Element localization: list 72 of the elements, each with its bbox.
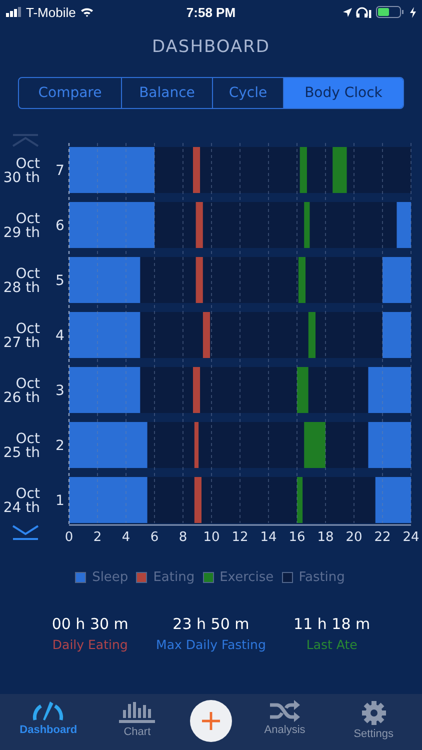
stat-value: 11 h 18 m: [294, 615, 370, 633]
legend-label: Fasting: [298, 570, 345, 585]
scroll-down-icon[interactable]: [12, 525, 39, 540]
row-number: 2: [56, 438, 64, 454]
tab-bar-item[interactable]: Settings: [338, 694, 410, 740]
axis-tick-label: 18: [317, 530, 334, 545]
row-number: 3: [56, 383, 64, 399]
timeline-bar: [69, 367, 140, 413]
stat-label: Last Ate: [306, 637, 358, 652]
stat-value: 23 h 50 m: [172, 615, 250, 633]
axis-tick-label: 12: [232, 530, 248, 545]
tab-bar-item[interactable]: Analysis: [248, 694, 321, 736]
row-number: 4: [56, 328, 64, 344]
segment-tab[interactable]: Balance: [121, 78, 212, 108]
date-day: 27 th: [3, 335, 40, 351]
row-number: 7: [56, 163, 64, 179]
segment-tab[interactable]: Body Clock: [283, 78, 403, 108]
row-number: 5: [56, 273, 64, 289]
legend-label: Eating: [153, 570, 195, 585]
legend-label: Exercise: [220, 570, 274, 585]
date-month: Oct: [16, 486, 40, 502]
charging-bolt-icon: [410, 6, 416, 18]
clock-time: 7:58 PM: [186, 4, 236, 20]
axis-tick-label: 4: [122, 530, 130, 545]
axis-tick-label: 0: [64, 530, 74, 545]
date-month: Oct: [16, 431, 40, 447]
bar-chart-icon: [118, 700, 156, 724]
row-number: 6: [56, 218, 64, 234]
axis-tick-label: 10: [203, 530, 220, 545]
timeline-bar: [69, 312, 140, 358]
row-number: 1: [56, 493, 64, 509]
stat-label: Max Daily Fasting: [156, 637, 266, 652]
legend-label: Sleep: [92, 570, 128, 585]
axis-tick-label: 2: [93, 530, 102, 545]
battery-icon: [376, 6, 406, 18]
date-day: 24 th: [3, 500, 40, 516]
axis-tick-label: 20: [346, 530, 362, 545]
axis-tick-label: 16: [288, 530, 306, 545]
date-day: 28 th: [3, 280, 40, 296]
shuffle-icon: [268, 700, 301, 722]
stat-label: Daily Eating: [52, 637, 128, 652]
date-day: 26 th: [3, 390, 40, 406]
segment-tab[interactable]: Compare: [19, 78, 121, 108]
date-month: Oct: [16, 321, 40, 337]
timeline-bar: [368, 422, 411, 468]
axis-tick-label: 8: [178, 530, 188, 545]
timeline-bar: [368, 367, 411, 413]
headphones-icon: [356, 6, 372, 18]
wifi-icon: [80, 7, 94, 17]
plus-icon: [200, 711, 221, 731]
date-month: Oct: [16, 156, 40, 172]
date-month: Oct: [16, 211, 40, 227]
axis-tick-label: 6: [150, 530, 159, 545]
stat-value: 00 h 30 m: [52, 615, 128, 633]
tab-bar-item[interactable]: Dashboard: [12, 694, 84, 736]
location-arrow-icon: [342, 8, 352, 16]
gauge-icon: [32, 700, 64, 722]
date-month: Oct: [16, 266, 40, 282]
screen-title: DASHBOARD: [152, 37, 270, 57]
tab-bar-item[interactable]: Chart: [101, 694, 174, 738]
carrier-name: T-Mobile: [26, 4, 76, 20]
axis-tick-label: 24: [402, 530, 420, 545]
date-day: 30 th: [3, 170, 40, 186]
add-button[interactable]: [190, 700, 232, 742]
settings-icon: [360, 700, 387, 726]
axis-tick-label: 22: [374, 530, 391, 545]
signal-icon: [6, 7, 22, 17]
timeline-bar: [69, 257, 140, 303]
date-day: 25 th: [3, 445, 40, 461]
axis-tick-label: 14: [260, 530, 277, 545]
date-month: Oct: [16, 376, 40, 392]
date-day: 29 th: [3, 225, 40, 241]
